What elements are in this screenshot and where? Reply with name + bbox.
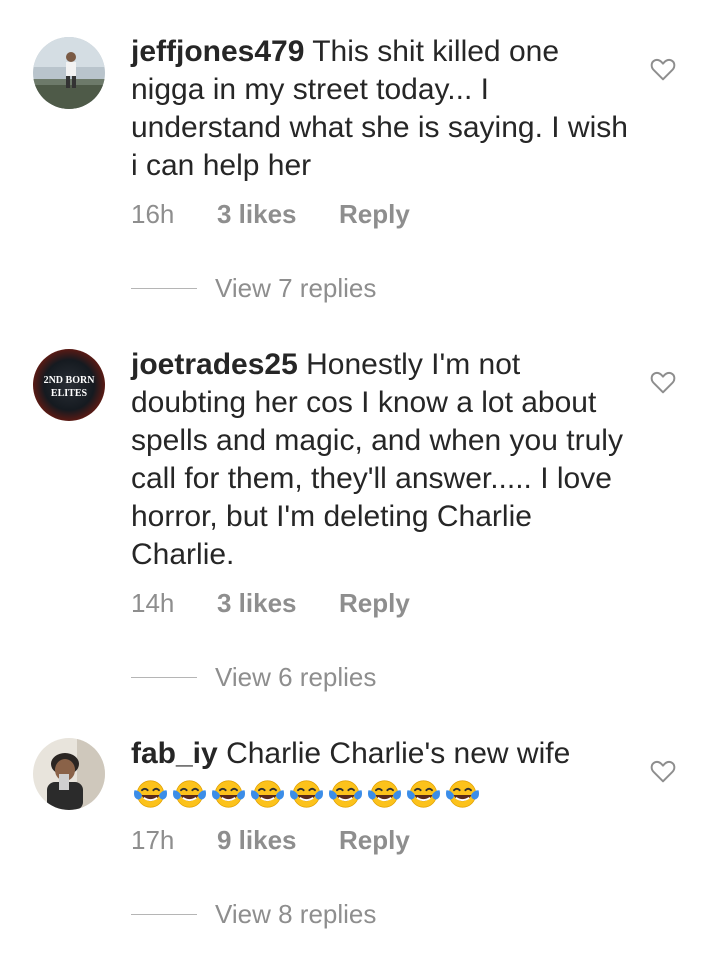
face-with-tears-of-joy-icon xyxy=(289,780,324,808)
face-with-tears-of-joy-icon xyxy=(172,780,207,808)
face-with-tears-of-joy-icon xyxy=(445,780,480,808)
likes-count[interactable]: 3 likes xyxy=(217,198,339,230)
emoji-row xyxy=(131,777,631,811)
username[interactable]: joetrades25 xyxy=(131,348,298,381)
likes-count[interactable]: 3 likes xyxy=(217,587,339,619)
comment-text: joetrades25 Honestly I'm not doubting he… xyxy=(131,346,631,574)
comment-text: jeffjones479 This shit killed one nigga … xyxy=(131,33,631,185)
like-heart-icon[interactable] xyxy=(650,759,678,785)
face-with-tears-of-joy-icon xyxy=(250,780,285,808)
avatar[interactable]: 2ND BORN ELITES xyxy=(33,349,105,421)
profile-photo-icon xyxy=(33,37,105,109)
divider-line xyxy=(131,287,197,289)
comment-time: 17h xyxy=(131,825,175,855)
likes-count[interactable]: 9 likes xyxy=(217,824,339,856)
view-replies-button[interactable]: View 7 replies xyxy=(131,272,376,304)
view-replies-label: View 6 replies xyxy=(215,662,377,692)
username[interactable]: jeffjones479 xyxy=(131,35,304,68)
divider-line xyxy=(131,913,197,915)
username[interactable]: fab_iy xyxy=(131,737,218,770)
comment-body: Honestly I'm not doubting her cos I know… xyxy=(131,348,623,571)
reply-button[interactable]: Reply xyxy=(339,198,410,230)
avatar-text-line1: 2ND BORN xyxy=(44,375,96,386)
divider-line xyxy=(131,676,197,678)
profile-photo-icon xyxy=(33,738,105,810)
comment-body: Charlie Charlie's new wife xyxy=(226,737,571,770)
face-with-tears-of-joy-icon xyxy=(328,780,363,808)
like-heart-icon[interactable] xyxy=(650,57,678,83)
face-with-tears-of-joy-icon xyxy=(211,780,246,808)
profile-photo-icon: 2ND BORN ELITES xyxy=(33,349,105,421)
face-with-tears-of-joy-icon xyxy=(406,780,441,808)
comment-text: fab_iy Charlie Charlie's new wife xyxy=(131,735,631,811)
comment-time: 16h xyxy=(131,199,175,229)
face-with-tears-of-joy-icon xyxy=(133,780,168,808)
view-replies-label: View 8 replies xyxy=(215,899,377,929)
view-replies-button[interactable]: View 6 replies xyxy=(131,661,376,693)
like-heart-icon[interactable] xyxy=(650,370,678,396)
comment-time: 14h xyxy=(131,588,175,618)
face-with-tears-of-joy-icon xyxy=(367,780,402,808)
avatar-text-line2: ELITES xyxy=(51,388,88,399)
reply-button[interactable]: Reply xyxy=(339,824,410,856)
view-replies-button[interactable]: View 8 replies xyxy=(131,898,376,930)
avatar[interactable] xyxy=(33,738,105,810)
view-replies-label: View 7 replies xyxy=(215,273,377,303)
avatar[interactable] xyxy=(33,37,105,109)
reply-button[interactable]: Reply xyxy=(339,587,410,619)
